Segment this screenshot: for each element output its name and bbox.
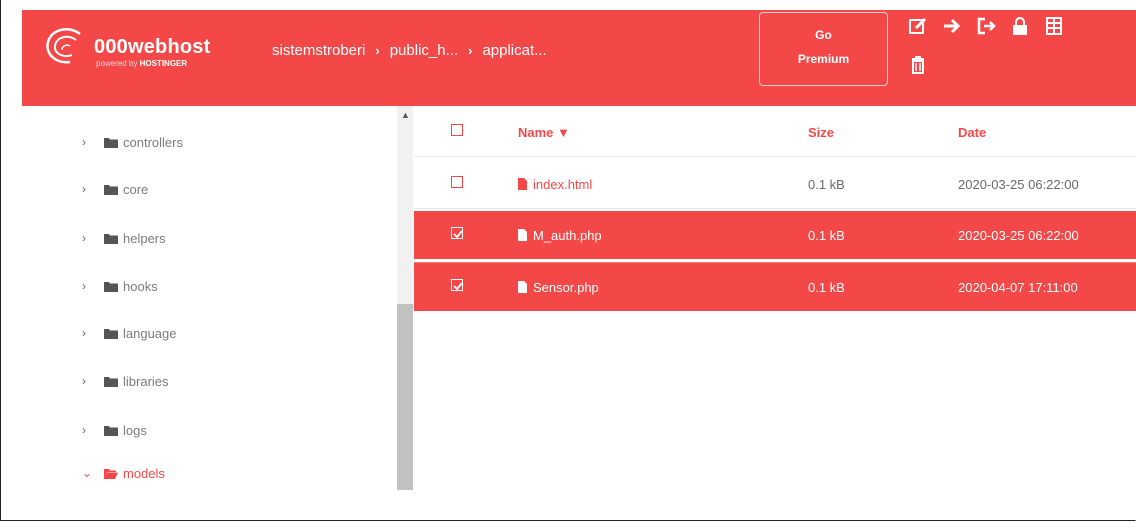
sign-out-icon[interactable] (976, 16, 996, 36)
date-column-header[interactable]: Date (958, 125, 986, 140)
row-checkbox[interactable] (451, 279, 463, 291)
table-row[interactable]: index.html 0.1 kB 2020-03-25 06:22:00 (414, 160, 1136, 209)
file-name[interactable]: index.html (533, 177, 592, 192)
breadcrumb-item[interactable]: applicat... (482, 42, 546, 59)
file-name-cell: index.html (518, 177, 592, 192)
top-bar: 000webhost powered by HOSTINGER sistemst… (22, 10, 1136, 106)
go-premium-label-line1: Go (815, 28, 832, 42)
tree-item-label: core (123, 181, 149, 197)
folder-tree: › controllers › core › helpers › hooks ›… (22, 106, 397, 490)
toolbar-icons (908, 16, 1108, 96)
name-column-header[interactable]: Name ▼ (518, 125, 570, 140)
folder-icon (104, 184, 118, 195)
chevron-right-icon[interactable]: › (82, 423, 92, 437)
chevron-right-icon[interactable]: › (82, 182, 92, 196)
table-row[interactable]: M_auth.php 0.1 kB 2020-03-25 06:22:00 (414, 211, 1136, 259)
scroll-up-icon[interactable]: ▲ (401, 110, 410, 120)
file-table: Name ▼ Size Date index.html 0.1 kB 2020-… (414, 106, 1136, 316)
edit-icon[interactable] (908, 16, 928, 36)
folder-icon (104, 137, 118, 148)
tree-item-helpers[interactable]: › helpers (82, 226, 166, 250)
tree-item-label: language (123, 325, 177, 341)
tree-item-label: helpers (123, 230, 166, 246)
folder-icon (104, 233, 118, 244)
file-name[interactable]: M_auth.php (533, 228, 602, 243)
folder-icon (104, 328, 118, 339)
lock-icon[interactable] (1010, 16, 1030, 36)
file-size: 0.1 kB (808, 227, 845, 243)
database-icon[interactable] (1044, 16, 1064, 36)
tree-item-label: hooks (123, 278, 158, 294)
folder-icon (104, 376, 118, 387)
table-row[interactable]: Sensor.php 0.1 kB 2020-04-07 17:11:00 (414, 262, 1136, 311)
file-icon (518, 229, 527, 241)
chevron-right-icon[interactable]: › (82, 231, 92, 245)
scrollbar-thumb[interactable] (397, 304, 413, 490)
file-date: 2020-03-25 06:22:00 (958, 227, 1079, 243)
folder-open-icon (104, 468, 118, 479)
file-icon (518, 281, 527, 293)
check-icon (453, 282, 463, 291)
breadcrumb-item[interactable]: public_h... (390, 42, 458, 59)
sidebar-scrollbar[interactable]: ▲ (397, 106, 413, 490)
file-name[interactable]: Sensor.php (533, 280, 599, 295)
chevron-right-icon: › (468, 43, 473, 58)
tree-item-label: controllers (123, 134, 183, 150)
chevron-right-icon[interactable]: › (82, 374, 92, 388)
file-name-cell: M_auth.php (518, 228, 602, 243)
logo-powered-by: powered by HOSTINGER (96, 59, 188, 68)
breadcrumb: sistemstroberi › public_h... › applicat.… (272, 42, 547, 59)
tree-item-libraries[interactable]: › libraries (82, 369, 169, 393)
logo[interactable]: 000webhost powered by HOSTINGER (40, 24, 230, 68)
row-checkbox[interactable] (451, 227, 463, 239)
file-date: 2020-03-25 06:22:00 (958, 176, 1079, 192)
tree-item-core[interactable]: › core (82, 177, 148, 201)
tree-item-label: logs (123, 422, 147, 438)
file-size: 0.1 kB (808, 176, 845, 192)
chevron-right-icon[interactable]: › (82, 326, 92, 340)
logo-swirl-icon (46, 28, 81, 64)
chevron-down-icon[interactable]: ⌄ (82, 466, 92, 480)
go-premium-label-line2: Premium (797, 52, 850, 66)
table-header: Name ▼ Size Date (414, 108, 1136, 157)
tree-item-controllers[interactable]: › controllers (82, 130, 183, 154)
file-size: 0.1 kB (808, 279, 845, 295)
chevron-right-icon: › (375, 43, 380, 58)
tree-item-logs[interactable]: › logs (82, 418, 147, 442)
logo-name: 000webhost (94, 36, 211, 58)
file-name-cell: Sensor.php (518, 280, 599, 295)
tree-item-language[interactable]: › language (82, 321, 177, 345)
file-date: 2020-04-07 17:11:00 (958, 279, 1078, 295)
breadcrumb-item[interactable]: sistemstroberi (272, 42, 365, 59)
tree-item-models[interactable]: ⌄ models (82, 461, 165, 485)
chevron-right-icon[interactable]: › (82, 279, 92, 293)
select-all-checkbox[interactable] (451, 124, 463, 136)
size-column-header[interactable]: Size (808, 125, 834, 140)
tree-item-label: models (123, 465, 165, 481)
trash-icon[interactable] (908, 54, 928, 74)
tree-item-hooks[interactable]: › hooks (82, 274, 158, 298)
row-checkbox[interactable] (451, 176, 463, 188)
folder-icon (104, 281, 118, 292)
check-icon (453, 230, 463, 239)
arrow-right-icon[interactable] (942, 16, 962, 36)
folder-icon (104, 425, 118, 436)
chevron-right-icon[interactable]: › (82, 135, 92, 149)
tree-item-label: libraries (123, 373, 169, 389)
go-premium-button[interactable]: Go Premium (759, 12, 888, 86)
file-code-icon (518, 178, 527, 190)
